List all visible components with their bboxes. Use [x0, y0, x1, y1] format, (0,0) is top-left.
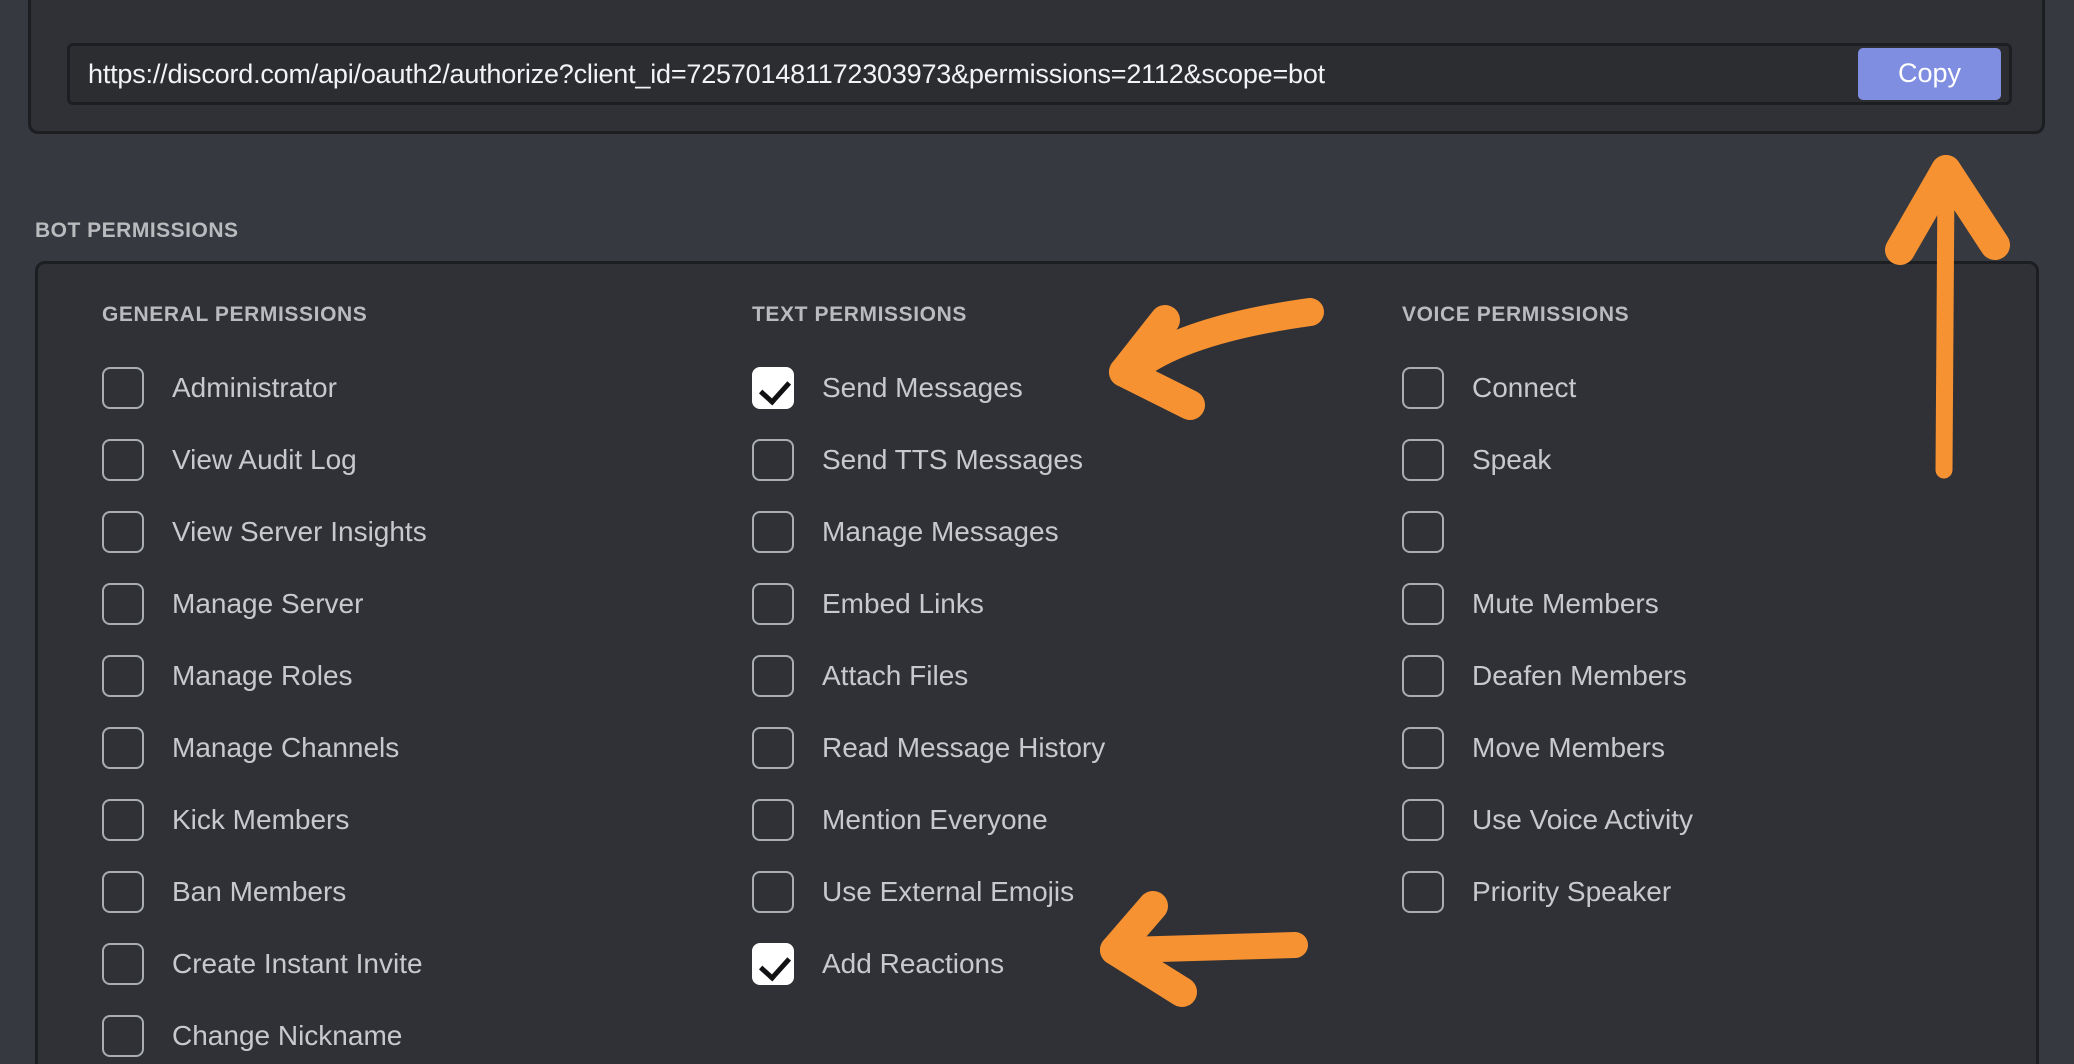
permission-row[interactable]: Administrator: [102, 352, 716, 424]
checkbox-unchecked-icon[interactable]: [102, 511, 144, 553]
permission-row[interactable]: Manage Roles: [102, 640, 716, 712]
checkbox-unchecked-icon[interactable]: [1402, 583, 1444, 625]
permission-label: Use Voice Activity: [1472, 804, 1693, 835]
checkbox-unchecked-icon[interactable]: [1402, 367, 1444, 409]
checkbox-unchecked-icon[interactable]: [1402, 511, 1444, 553]
permission-row[interactable]: Embed Links: [752, 568, 1366, 640]
checkbox-unchecked-icon[interactable]: [752, 727, 794, 769]
permission-label: Ban Members: [172, 876, 347, 907]
permissions-columns: GENERAL PERMISSIONS Administrator View Aud…: [38, 303, 2036, 1064]
checkbox-unchecked-icon[interactable]: [752, 799, 794, 841]
permission-row[interactable]: Deafen Members: [1402, 640, 2016, 712]
permission-label: Send TTS Messages: [822, 444, 1083, 475]
bot-permissions-card: GENERAL PERMISSIONS Administrator View Aud…: [35, 261, 2039, 1064]
bot-permissions-section-label: BOT PERMISSIONS: [35, 219, 239, 242]
checkbox-unchecked-icon[interactable]: [102, 871, 144, 913]
permission-row[interactable]: Use Voice Activity: [1402, 784, 2016, 856]
invite-url-field-row[interactable]: https://discord.com/api/oauth2/authorize…: [67, 43, 2012, 105]
checkbox-unchecked-icon[interactable]: [1402, 655, 1444, 697]
checkbox-unchecked-icon[interactable]: [102, 943, 144, 985]
permissions-column: GENERAL PERMISSIONS Administrator View Aud…: [66, 303, 716, 1064]
checkbox-unchecked-icon[interactable]: [752, 583, 794, 625]
checkbox-unchecked-icon[interactable]: [102, 367, 144, 409]
checkbox-unchecked-icon[interactable]: [102, 583, 144, 625]
permission-row[interactable]: Manage Server: [102, 568, 716, 640]
permission-label: Use External Emojis: [822, 876, 1075, 907]
permission-row[interactable]: Send TTS Messages: [752, 424, 1366, 496]
permission-row[interactable]: Use External Emojis: [752, 856, 1366, 928]
permission-label: View Audit Log: [172, 444, 357, 475]
permission-label: Add Reactions: [822, 948, 1005, 979]
copy-button[interactable]: Copy: [1857, 48, 2001, 100]
permission-row[interactable]: Ban Members: [102, 856, 716, 928]
checkbox-unchecked-icon[interactable]: [102, 799, 144, 841]
permission-label: Kick Members: [172, 804, 350, 835]
permission-row[interactable]: Kick Members: [102, 784, 716, 856]
permission-label: Send Messages: [822, 372, 1023, 403]
checkbox-unchecked-icon[interactable]: [752, 655, 794, 697]
permissions-column-title: TEXT PERMISSIONS: [752, 303, 967, 326]
permission-row[interactable]: Mention Everyone: [752, 784, 1366, 856]
permission-row[interactable]: View Server Insights: [102, 496, 716, 568]
checkbox-checked-icon[interactable]: [752, 943, 794, 985]
checkbox-unchecked-icon[interactable]: [102, 1015, 144, 1057]
permission-label: Move Members: [1472, 732, 1665, 763]
permission-label: Embed Links: [822, 588, 984, 619]
invite-url-input[interactable]: https://discord.com/api/oauth2/authorize…: [88, 59, 1858, 90]
checkbox-unchecked-icon[interactable]: [102, 727, 144, 769]
invite-url-card: https://discord.com/api/oauth2/authorize…: [28, 0, 2045, 134]
permission-label: Administrator: [172, 372, 337, 403]
permission-label: Connect: [1472, 372, 1577, 403]
checkbox-unchecked-icon[interactable]: [1402, 727, 1444, 769]
permission-label: Manage Server: [172, 588, 364, 619]
permissions-column: VOICE PERMISSIONS Connect Speak Mute Member…: [1366, 303, 2016, 928]
permission-label: Attach Files: [822, 660, 969, 691]
permission-row[interactable]: Move Members: [1402, 712, 2016, 784]
permission-label: Manage Channels: [172, 732, 400, 763]
permission-label: Mention Everyone: [822, 804, 1048, 835]
permission-row[interactable]: Priority Speaker: [1402, 856, 2016, 928]
permission-row[interactable]: Manage Messages: [752, 496, 1366, 568]
checkbox-unchecked-icon[interactable]: [752, 511, 794, 553]
permission-row[interactable]: Send Messages: [752, 352, 1366, 424]
permission-row[interactable]: Add Reactions: [752, 928, 1366, 1000]
permission-row[interactable]: Change Nickname: [102, 1000, 716, 1064]
permission-label: Change Nickname: [172, 1020, 403, 1051]
permission-row[interactable]: Connect: [1402, 352, 2016, 424]
permission-label: Manage Messages: [822, 516, 1059, 547]
checkbox-unchecked-icon[interactable]: [1402, 799, 1444, 841]
permission-row[interactable]: [1402, 496, 2016, 568]
checkbox-checked-icon[interactable]: [752, 367, 794, 409]
permission-row[interactable]: Manage Channels: [102, 712, 716, 784]
permission-label: Manage Roles: [172, 660, 353, 691]
permission-row[interactable]: Attach Files: [752, 640, 1366, 712]
permissions-column-title: GENERAL PERMISSIONS: [102, 303, 368, 326]
permission-label: Deafen Members: [1472, 660, 1687, 691]
permission-row[interactable]: View Audit Log: [102, 424, 716, 496]
permission-label: Speak: [1472, 444, 1552, 475]
checkbox-unchecked-icon[interactable]: [1402, 439, 1444, 481]
permission-label: Create Instant Invite: [172, 948, 423, 979]
checkbox-unchecked-icon[interactable]: [752, 871, 794, 913]
permissions-column: TEXT PERMISSIONS Send Messages Send TTS Me…: [716, 303, 1366, 1000]
bot-permissions-page: https://discord.com/api/oauth2/authorize…: [0, 0, 2074, 1064]
checkbox-unchecked-icon[interactable]: [102, 655, 144, 697]
permission-label: Priority Speaker: [1472, 876, 1672, 907]
permission-row[interactable]: Mute Members: [1402, 568, 2016, 640]
permission-label: Read Message History: [822, 732, 1106, 763]
checkbox-unchecked-icon[interactable]: [102, 439, 144, 481]
permission-row[interactable]: Create Instant Invite: [102, 928, 716, 1000]
permissions-column-title: VOICE PERMISSIONS: [1402, 303, 1630, 326]
permission-label: View Server Insights: [172, 516, 427, 547]
checkbox-unchecked-icon[interactable]: [752, 439, 794, 481]
permission-row[interactable]: Read Message History: [752, 712, 1366, 784]
permission-label: Mute Members: [1472, 588, 1659, 619]
checkbox-unchecked-icon[interactable]: [1402, 871, 1444, 913]
permission-row[interactable]: Speak: [1402, 424, 2016, 496]
